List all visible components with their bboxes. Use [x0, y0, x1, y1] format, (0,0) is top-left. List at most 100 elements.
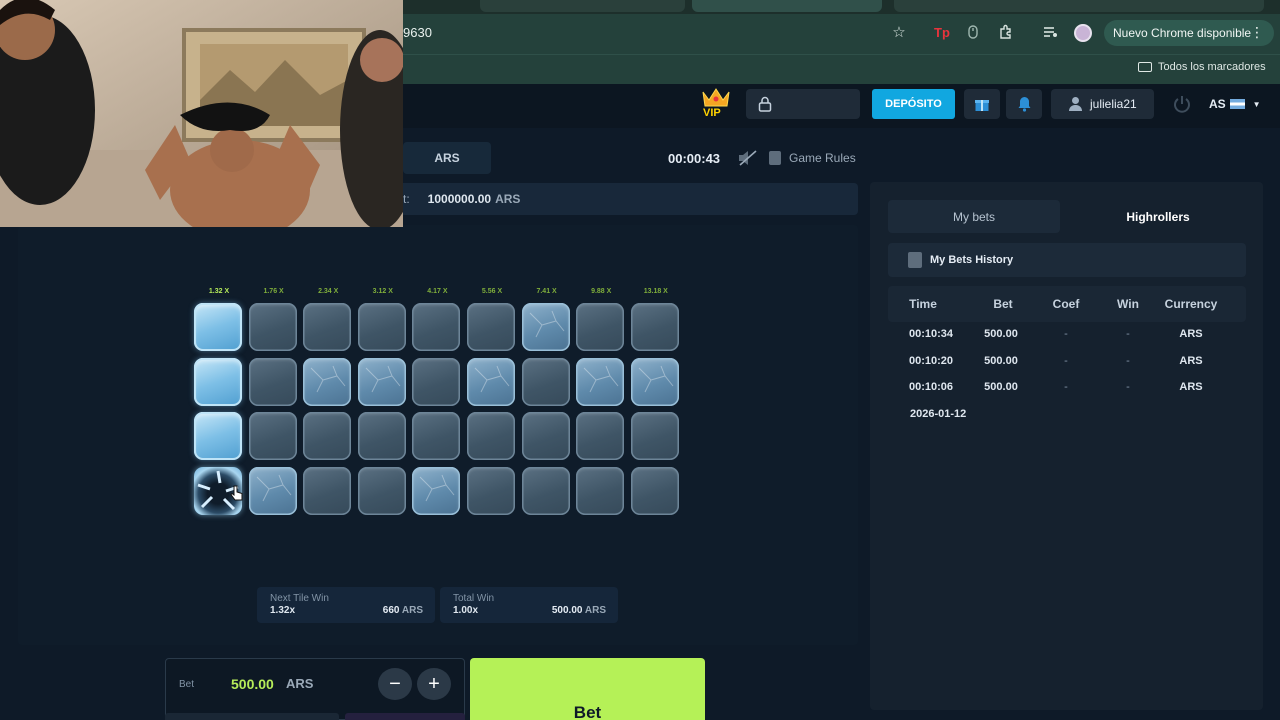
max-bet-prefix: t: — [403, 192, 410, 206]
next-tile-multiplier: 1.32x — [270, 605, 296, 616]
deposit-button[interactable]: DEPÓSITO — [872, 89, 955, 119]
ice-tile[interactable] — [576, 357, 625, 406]
ice-tile[interactable] — [467, 357, 515, 406]
decrease-bet-button[interactable]: − — [378, 668, 412, 700]
place-bet-button[interactable]: Bet — [470, 658, 705, 720]
logout-power-icon[interactable] — [1172, 94, 1192, 114]
ice-tile[interactable] — [194, 412, 242, 460]
all-bookmarks-link[interactable]: Todos los marcadores — [1138, 61, 1266, 73]
game-timer: 00:00:43 — [668, 151, 721, 166]
ice-tile[interactable] — [521, 303, 570, 351]
max-bet-value: 1000000.00 — [427, 192, 492, 206]
language-selector[interactable]: AS ▼ — [1209, 97, 1261, 111]
lock-icon — [758, 96, 772, 112]
ice-tile[interactable] — [303, 466, 352, 515]
history-cell-currency: ARS — [1179, 328, 1203, 340]
bet-preset-button[interactable] — [345, 713, 465, 720]
bet-preset-button[interactable] — [165, 713, 339, 720]
browser-tab[interactable] — [692, 0, 882, 12]
webcam-overlay-image — [0, 0, 403, 227]
multiplier-row: 1.32 X 1.76 X 2.34 X 3.12 X 4.17 X 5.56 X 7.41… — [194, 288, 684, 300]
ice-tile[interactable] — [248, 466, 297, 515]
gift-button[interactable] — [964, 89, 1000, 119]
ice-tile[interactable] — [194, 357, 242, 406]
extension-red-icon[interactable]: Tp — [932, 22, 952, 42]
ice-tile[interactable] — [412, 412, 461, 460]
ice-tile[interactable] — [467, 303, 515, 351]
ice-tile[interactable] — [630, 466, 679, 515]
ice-tile[interactable] — [576, 412, 625, 460]
chrome-update-button[interactable]: Nuevo Chrome disponible ⋮ — [1104, 20, 1274, 46]
extensions-puzzle-icon[interactable] — [996, 22, 1016, 42]
tab-highrollers[interactable]: Highrollers — [1072, 200, 1244, 233]
max-bet-currency: ARS — [495, 192, 521, 206]
bet-label: Bet — [179, 679, 195, 690]
next-tile-win-value: 660 ARS — [382, 605, 423, 616]
total-win-box: Total Win 1.00x 500.00 ARS — [440, 587, 618, 623]
ice-tile[interactable] — [412, 303, 461, 351]
my-bets-history-title: My Bets History — [930, 254, 1014, 266]
browser-tab[interactable] — [894, 0, 1264, 12]
ice-tile[interactable] — [194, 303, 242, 351]
total-win-value: 500.00 ARS — [551, 605, 606, 616]
ice-tile[interactable] — [248, 303, 297, 351]
sound-muted-icon[interactable] — [737, 150, 757, 166]
multiplier-label: 1.32 X — [208, 288, 230, 295]
ice-tile[interactable] — [630, 357, 679, 406]
browser-tab[interactable] — [480, 0, 685, 12]
ice-tile[interactable] — [248, 357, 297, 406]
multiplier-label: 7.41 X — [536, 288, 557, 295]
ice-tile[interactable] — [576, 466, 625, 515]
bet-amount-input[interactable]: 500.00 — [231, 676, 274, 692]
address-bar-url[interactable]: 9630 — [403, 25, 432, 40]
media-controls-icon[interactable] — [1041, 22, 1061, 42]
currency-selector[interactable]: ARS — [403, 142, 491, 174]
history-cell-time: 00:10:20 — [908, 354, 954, 367]
my-bets-history-header[interactable]: My Bets History — [888, 243, 1246, 277]
ice-tile[interactable] — [467, 412, 515, 460]
increase-bet-button[interactable]: + — [417, 668, 451, 700]
ice-tile[interactable] — [630, 412, 679, 460]
ice-tile[interactable] — [521, 357, 570, 406]
ice-tile[interactable] — [357, 466, 406, 515]
multiplier-label: 5.56 X — [481, 288, 503, 295]
place-bet-label: Bet — [573, 703, 602, 720]
multiplier-label: 13.18 X — [643, 288, 668, 295]
kebab-menu-icon[interactable]: ⋮ — [1250, 24, 1264, 41]
ice-tile[interactable] — [357, 303, 406, 351]
vip-label[interactable]: VIP — [703, 107, 721, 119]
game-rules-button[interactable]: Game Rules — [769, 151, 856, 165]
ice-tile[interactable] — [412, 466, 461, 515]
ice-tile[interactable] — [521, 412, 570, 460]
ice-tile[interactable] — [248, 412, 297, 460]
ice-tile[interactable] — [412, 357, 461, 406]
argentina-flag-icon — [1229, 99, 1245, 109]
ice-tile[interactable] — [521, 466, 570, 515]
ice-tile[interactable] — [576, 303, 625, 351]
notifications-button[interactable] — [1006, 89, 1042, 119]
history-cell-time: 00:10:06 — [908, 381, 954, 393]
history-cell-time: 00:10:34 — [908, 328, 954, 340]
bookmark-star-icon[interactable]: ☆ — [889, 22, 909, 42]
ice-tile[interactable] — [303, 412, 352, 460]
ice-tile[interactable] — [303, 303, 352, 351]
ice-tile[interactable] — [357, 357, 406, 406]
hand-cursor-icon — [230, 485, 243, 501]
history-cell-currency: ARS — [1179, 381, 1203, 393]
multiplier-label: 2.34 X — [318, 288, 339, 295]
multiplier-label: 1.76 X — [263, 288, 284, 295]
tab-my-bets[interactable]: My bets — [888, 200, 1060, 233]
ice-tile[interactable] — [357, 412, 406, 460]
ice-tile[interactable] — [467, 466, 515, 515]
total-win-label: Total Win — [453, 593, 495, 604]
folder-icon — [1138, 62, 1152, 72]
ice-tile[interactable] — [303, 357, 352, 406]
extension-mouse-icon[interactable] — [963, 22, 983, 42]
chrome-update-label: Nuevo Chrome disponible — [1113, 26, 1252, 40]
user-icon — [1069, 97, 1082, 111]
profile-avatar[interactable] — [1074, 24, 1092, 42]
history-column-header: Currency — [1164, 297, 1218, 311]
ice-tile[interactable] — [630, 303, 679, 351]
document-icon — [769, 151, 781, 165]
user-menu-button[interactable]: julielia21 — [1051, 89, 1154, 119]
